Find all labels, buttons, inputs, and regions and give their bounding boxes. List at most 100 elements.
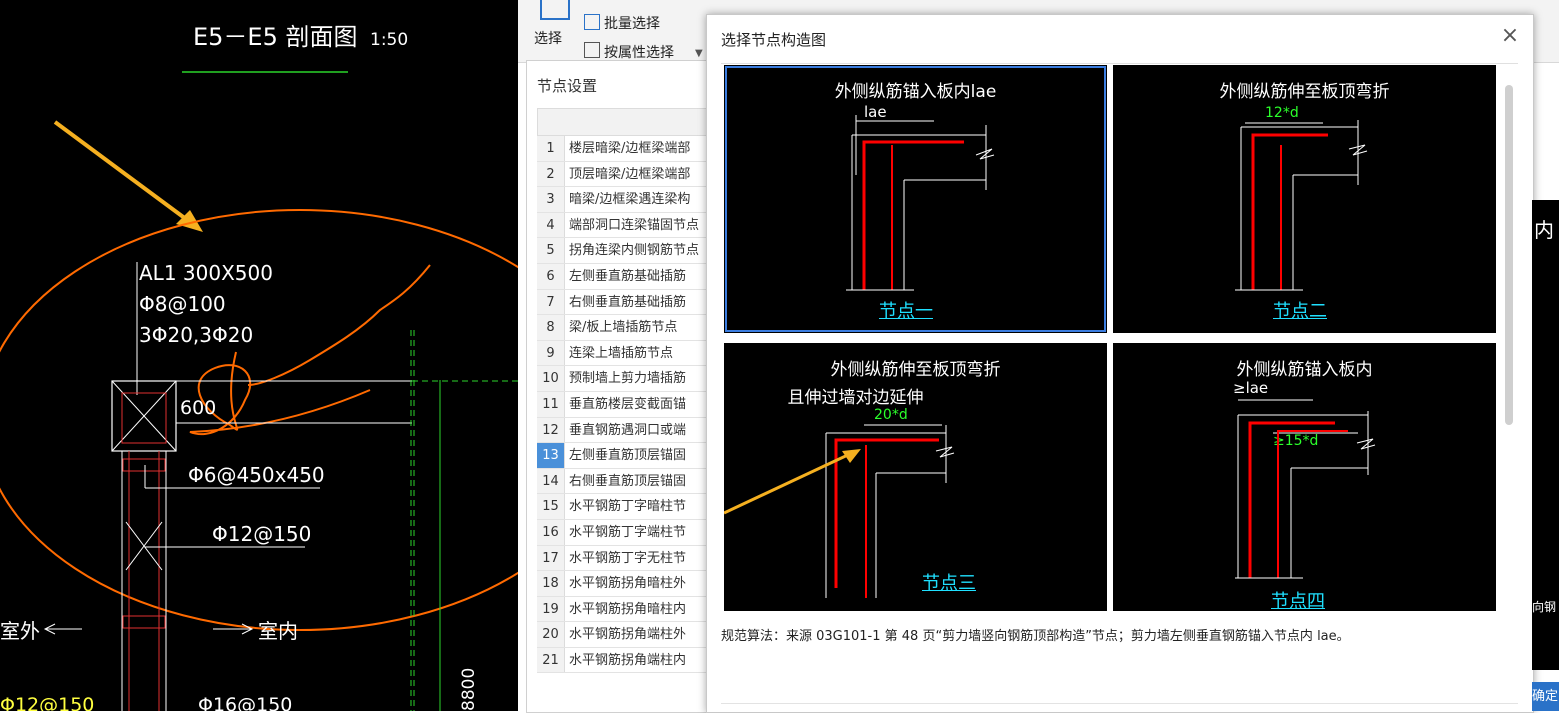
node-tile-2-dim: 12*d (1265, 105, 1299, 121)
chevron-down-icon[interactable]: ▼ (695, 48, 703, 59)
table-row[interactable]: 11 垂直筋楼层变截面锚 (537, 391, 717, 418)
node-tile-3-link[interactable]: 节点三 (922, 569, 976, 595)
row-number: 13 (537, 443, 565, 468)
row-name: 左侧垂直筋顶层锚固 (569, 448, 687, 464)
select-node-dialog: 选择节点构造图 × 外侧纵筋锚入板内lae lae 节点一 外侧纵筋伸至板顶弯折… (706, 14, 1534, 713)
table-row[interactable]: 19 水平钢筋拐角暗柱内 (537, 596, 717, 623)
row-number: 21 (537, 647, 565, 673)
grid-header (537, 108, 717, 136)
vertical-bar-label: Φ12@150 (212, 522, 311, 546)
table-row[interactable]: 14 右侧垂直筋顶层锚固 (537, 468, 717, 495)
node-tile-1-dim: lae (864, 103, 887, 121)
node-settings-grid: 1 楼层暗梁/边框梁端部 2 顶层暗梁/边框梁端部 3 暗梁/边框梁遇连梁构 4 端部洞口连梁… (537, 108, 717, 674)
node-tile-3-dim: 20*d (874, 407, 908, 423)
inside-label: 室内 (258, 619, 298, 643)
row-name: 右侧垂直筋顶层锚固 (569, 473, 687, 489)
row-number: 2 (537, 161, 565, 187)
row-name: 拐角连梁内侧钢筋节点 (569, 243, 700, 259)
node-tile-2[interactable]: 外侧纵筋伸至板顶弯折 12*d 节点二 (1113, 65, 1496, 333)
rule-description: 规范算法：来源 03G101-1 第 48 页“剪力墙竖向钢筋顶部构造”节点；剪… (721, 629, 1350, 644)
table-row[interactable]: 1 楼层暗梁/边框梁端部 (537, 136, 717, 162)
row-number: 16 (537, 519, 565, 545)
table-row[interactable]: 2 顶层暗梁/边框梁端部 (537, 161, 717, 188)
table-row[interactable]: 8 梁/板上墙插筋节点 (537, 315, 717, 341)
row-name: 右侧垂直筋基础插筋 (569, 294, 687, 310)
batch-select-icon (584, 14, 600, 30)
row-number: 4 (537, 212, 565, 238)
row-name: 水平钢筋拐角端柱内 (569, 652, 687, 668)
node-tile-3[interactable]: 外侧纵筋伸至板顶弯折 且伸过墙对边延伸 20*d 节点三 (724, 343, 1107, 611)
row-name: 楼层暗梁/边框梁端部 (569, 141, 691, 156)
row-name: 水平钢筋拐角暗柱外 (569, 576, 687, 592)
row-name: 暗梁/边框梁遇连梁构 (569, 192, 691, 208)
section-title: E5－E5 剖面图 (193, 23, 358, 51)
table-row[interactable]: 16 水平钢筋丁字端柱节 (537, 519, 717, 546)
dim-600: 600 (180, 397, 216, 419)
table-row[interactable]: 3 暗梁/边框梁遇连梁构 (537, 187, 717, 213)
select-button[interactable]: 选择 (534, 28, 562, 48)
attr-select-icon (584, 42, 600, 58)
table-row[interactable]: 20 水平钢筋拐角端柱外 (537, 622, 717, 648)
table-row[interactable]: 13 左侧垂直筋顶层锚固 (537, 443, 717, 469)
row-name: 垂直筋楼层变截面锚 (569, 396, 687, 412)
row-name: 端部洞口连梁锚固节点 (569, 217, 700, 233)
table-row[interactable]: 18 水平钢筋拐角暗柱外 (537, 571, 717, 597)
node-tile-4-link[interactable]: 节点四 (1271, 587, 1325, 611)
tie-label: Φ6@450x450 (188, 463, 325, 487)
table-row[interactable]: 7 右侧垂直筋基础插筋 (537, 289, 717, 316)
node-settings-panel: 节点设置 1 楼层暗梁/边框梁端部 2 顶层暗梁/边框梁端部 3 暗梁/边框梁遇连梁构 4 端… (526, 60, 718, 713)
row-number: 20 (537, 622, 565, 647)
cad-drawing-canvas[interactable]: E5－E5 剖面图 1:50 AL1 300X500 Φ8@100 3Φ20,3… (0, 0, 518, 711)
table-row[interactable]: 5 拐角连梁内侧钢筋节点 (537, 238, 717, 264)
row-name: 水平钢筋丁字无柱节 (569, 550, 687, 566)
row-name: 梁/板上墙插筋节点 (569, 320, 678, 336)
row-number: 11 (537, 391, 565, 417)
node-tile-4[interactable]: 外侧纵筋锚入板内 ≥lae ≥15*d 节点四 (1113, 343, 1496, 611)
table-row[interactable]: 17 水平钢筋丁字无柱节 (537, 545, 717, 572)
row-number: 19 (537, 596, 565, 622)
bottom-mid-label: Φ16@150 (198, 694, 292, 711)
node-tile-4-dim2: ≥15*d (1273, 433, 1318, 449)
batch-select-button[interactable]: 批量选择 (604, 13, 660, 33)
close-icon[interactable]: × (1499, 25, 1521, 47)
table-row[interactable]: 9 连梁上墙插筋节点 (537, 340, 717, 367)
table-row[interactable]: 4 端部洞口连梁锚固节点 (537, 212, 717, 239)
node-tile-1[interactable]: 外侧纵筋锚入板内lae lae 节点一 (724, 65, 1107, 333)
row-number: 15 (537, 494, 565, 519)
row-number: 3 (537, 187, 565, 212)
table-row[interactable]: 21 水平钢筋拐角端柱内 (537, 647, 717, 674)
node-tile-2-link[interactable]: 节点二 (1273, 297, 1327, 323)
row-number: 9 (537, 340, 565, 366)
table-row[interactable]: 15 水平钢筋丁字暗柱节 (537, 494, 717, 520)
stirrup-label: Φ8@100 (139, 292, 226, 316)
background-preview-strip: 内 向钢 (1532, 200, 1559, 670)
row-number: 8 (537, 315, 565, 340)
row-name: 水平钢筋拐角端柱外 (569, 627, 687, 643)
attr-select-button[interactable]: 按属性选择 (604, 42, 674, 62)
node-tile-1-link[interactable]: 节点一 (879, 297, 933, 323)
dialog-scrollbar[interactable] (1505, 85, 1513, 425)
row-name: 左侧垂直筋基础插筋 (569, 268, 687, 284)
dialog-separator (721, 63, 1518, 64)
bars-label: 3Φ20,3Φ20 (139, 323, 253, 347)
row-name: 连梁上墙插筋节点 (569, 345, 674, 361)
table-row[interactable]: 6 左侧垂直筋基础插筋 (537, 263, 717, 290)
dialog-title: 选择节点构造图 (721, 31, 827, 49)
row-name: 预制墙上剪力墙插筋 (569, 371, 687, 387)
node-tile-3-arrow (724, 451, 853, 515)
dialog-footer-line (721, 703, 1518, 704)
row-number: 18 (537, 571, 565, 596)
row-name: 垂直钢筋遇洞口或端 (569, 422, 687, 438)
table-row[interactable]: 12 垂直钢筋遇洞口或端 (537, 417, 717, 444)
row-number: 1 (537, 136, 565, 161)
annotation-arrow (53, 120, 192, 224)
row-number: 6 (537, 263, 565, 289)
row-name: 水平钢筋拐角暗柱内 (569, 601, 687, 617)
row-name: 水平钢筋丁字暗柱节 (569, 499, 687, 515)
strip-glyph-mid: 向钢 (1532, 600, 1557, 614)
section-scale: 1:50 (370, 30, 408, 50)
table-row[interactable]: 10 预制墙上剪力墙插筋 (537, 366, 717, 392)
ok-button[interactable]: 确定 (1532, 682, 1559, 711)
node-settings-title: 节点设置 (537, 77, 598, 95)
row-number: 7 (537, 289, 565, 315)
